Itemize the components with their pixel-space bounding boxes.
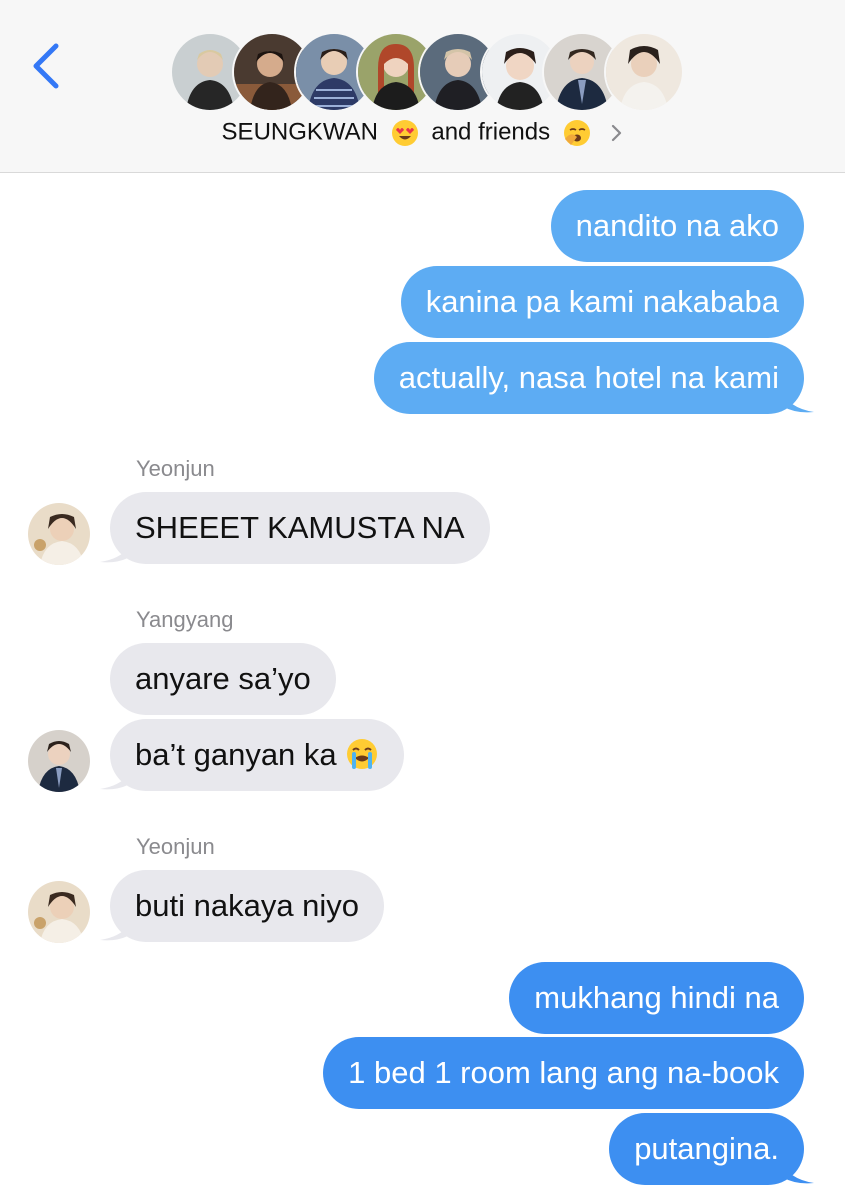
sender-name: Yangyang — [136, 607, 234, 632]
incoming-message[interactable]: anyare sa’yo — [110, 643, 336, 715]
bubble-tail — [782, 390, 814, 413]
sender-name: Yeonjun — [136, 456, 215, 481]
group-name-suffix: and friends — [431, 118, 551, 146]
incoming-message[interactable]: buti nakaya niyo — [110, 870, 385, 942]
outgoing-message[interactable]: kanina pa kami nakababa — [400, 266, 804, 338]
message-text: SHEEET KAMUSTA NA — [135, 510, 465, 545]
avatar-yeonjun[interactable] — [28, 503, 90, 565]
bubble-tail — [100, 918, 132, 941]
conversation-header: SEUNGKWAN and friends — [0, 0, 845, 173]
message-text: actually, nasa hotel na kami — [398, 360, 779, 395]
outgoing-message[interactable]: mukhang hindi na — [509, 962, 804, 1034]
group-avatars[interactable] — [170, 32, 690, 114]
outgoing-message[interactable]: nandito na ako — [550, 190, 804, 262]
message-text: kanina pa kami nakababa — [425, 284, 779, 319]
group-name-primary: SEUNGKWAN — [221, 118, 379, 146]
message-text: putangina. — [634, 1131, 779, 1166]
outgoing-message[interactable]: putangina. — [609, 1113, 804, 1185]
avatar-yangyang[interactable] — [28, 730, 90, 792]
chevron-right-icon — [612, 124, 622, 141]
message-text: nandito na ako — [575, 208, 779, 243]
message-text: 1 bed 1 room lang ang na-book — [348, 1055, 779, 1090]
bubble-tail — [782, 1161, 814, 1184]
group-name[interactable]: SEUNGKWAN and friends — [0, 118, 845, 147]
chevron-left-icon — [33, 43, 59, 89]
yawning-face-emoji-icon — [563, 119, 590, 146]
bubble-tail — [100, 540, 132, 563]
message-text: mukhang hindi na — [534, 980, 779, 1015]
bubble-tail — [100, 767, 132, 790]
group-avatar-8[interactable] — [604, 32, 684, 112]
incoming-message[interactable]: ba’t ganyan ka — [110, 719, 404, 791]
back-button[interactable] — [24, 36, 72, 96]
message-text: buti nakaya niyo — [135, 888, 360, 923]
avatar-yeonjun[interactable] — [28, 881, 90, 943]
message-text: ba’t ganyan ka — [135, 737, 337, 772]
incoming-message[interactable]: SHEEET KAMUSTA NA — [110, 492, 490, 564]
outgoing-message[interactable]: 1 bed 1 room lang ang na-book — [323, 1037, 804, 1109]
heart-eyes-emoji-icon — [391, 119, 418, 146]
loudly-crying-emoji-icon — [346, 739, 377, 769]
sender-name: Yeonjun — [136, 834, 215, 859]
outgoing-message[interactable]: actually, nasa hotel na kami — [373, 342, 804, 414]
message-text: anyare sa’yo — [135, 661, 311, 696]
